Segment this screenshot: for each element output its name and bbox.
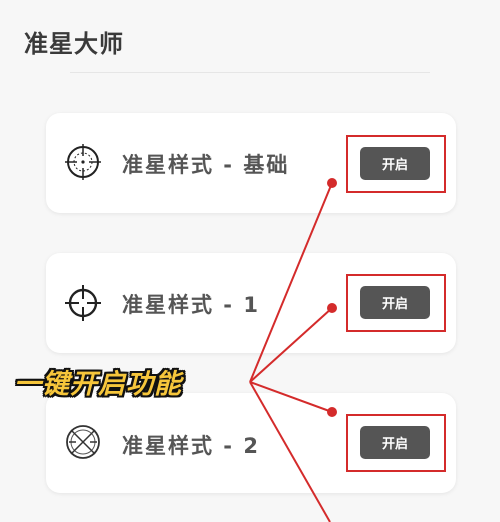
crosshair-style1-icon <box>64 284 102 326</box>
page-title: 准星大师 <box>24 30 124 58</box>
crosshair-card-style-1: 准星样式 - 1 开启 <box>46 253 456 353</box>
crosshair-label: 准星样式 - 1 <box>122 293 260 317</box>
crosshair-card-style-2: 准星样式 - 2 开启 <box>46 393 456 493</box>
enable-button[interactable]: 开启 <box>360 286 430 319</box>
enable-button[interactable]: 开启 <box>360 426 430 459</box>
crosshair-style2-icon <box>64 423 102 465</box>
annotation-callout: 一键开启功能 <box>14 369 182 400</box>
highlight-frame: 开启 <box>346 414 446 472</box>
crosshair-label: 准星样式 - 基础 <box>122 153 290 177</box>
crosshair-label: 准星样式 - 2 <box>122 434 260 458</box>
divider <box>70 72 430 73</box>
highlight-frame: 开启 <box>346 135 446 193</box>
crosshair-card-basic: 准星样式 - 基础 开启 <box>46 113 456 213</box>
highlight-frame: 开启 <box>346 274 446 332</box>
crosshair-basic-icon <box>64 143 102 185</box>
enable-button[interactable]: 开启 <box>360 147 430 180</box>
